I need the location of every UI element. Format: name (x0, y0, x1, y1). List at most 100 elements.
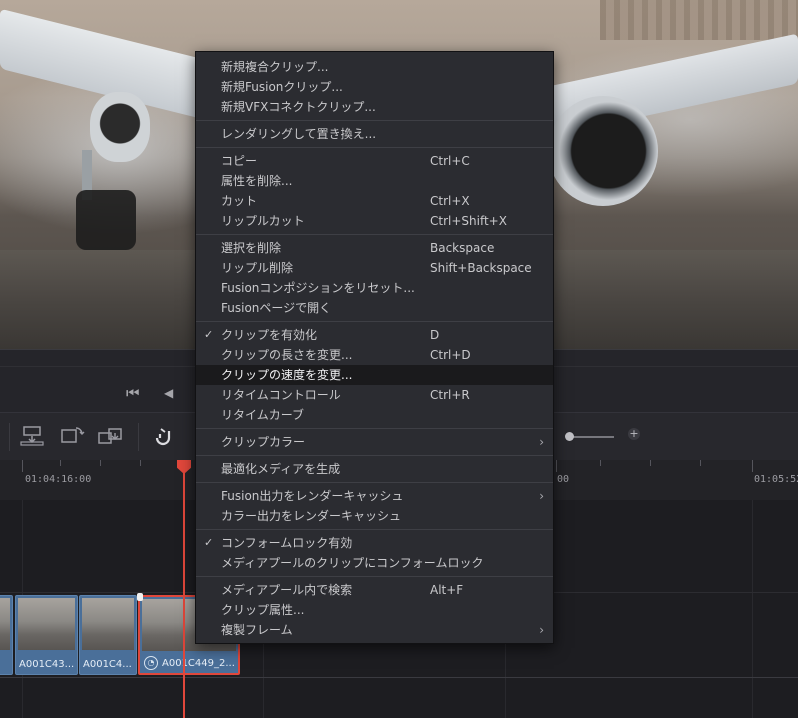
menu-item-conform-lock-enabled[interactable]: ✓ コンフォームロック有効 (196, 533, 553, 553)
menu-item-clip-attributes[interactable]: クリップ属性... (196, 600, 553, 620)
menu-item-reset-fusion-composition[interactable]: Fusionコンポジションをリセット... (196, 278, 553, 298)
menu-item-render-in-place[interactable]: レンダリングして置き換え... (196, 124, 553, 144)
menu-separator (196, 120, 553, 121)
menu-item-label: 新規VFXコネクトクリップ... (221, 100, 376, 114)
timecode-label: 00 (557, 474, 570, 485)
menu-item-cut[interactable]: カット Ctrl+X (196, 191, 553, 211)
menu-item-label: メディアプールのクリップにコンフォームロック (221, 556, 484, 570)
snapping-magnet-icon[interactable] (152, 425, 174, 453)
menu-item-label: レンダリングして置き換え... (221, 127, 377, 141)
menu-item-remove-attributes[interactable]: 属性を削除... (196, 171, 553, 191)
ruler-tick (556, 460, 557, 472)
menu-separator (196, 576, 553, 577)
skip-to-start-icon[interactable]: ⏮ (126, 385, 140, 401)
menu-item-generate-optimized-media[interactable]: 最適化メディアを生成 (196, 459, 553, 479)
menu-item-label: 選択を削除 (221, 241, 282, 255)
menu-item-retime-curve[interactable]: リタイムカーブ (196, 405, 553, 425)
menu-item-find-in-media-pool[interactable]: メディアプール内で検索 Alt+F (196, 580, 553, 600)
menu-item-label: Fusionコンポジションをリセット... (221, 281, 415, 295)
place-on-top-icon[interactable] (96, 425, 126, 453)
menu-item-label: リップル削除 (221, 261, 294, 275)
menu-item-label: クリップの速度を変更... (221, 368, 353, 382)
ruler-tick (60, 460, 61, 466)
toolbar-divider (9, 423, 10, 451)
menu-item-label: クリップカラー (221, 435, 306, 449)
ruler-tick (100, 460, 101, 466)
clip-label: A001C449_2... (162, 658, 235, 669)
menu-item-shortcut: Ctrl+D (430, 348, 471, 362)
menu-item-label: 複製フレーム (221, 623, 293, 637)
zoom-slider-handle[interactable] (565, 432, 574, 441)
menu-item-label: コンフォームロック有効 (221, 536, 353, 550)
menu-item-shortcut: Backspace (430, 241, 495, 255)
menu-item-new-compound-clip[interactable]: 新規複合クリップ... (196, 57, 553, 77)
menu-item-label: Fusion出力をレンダーキャッシュ (221, 489, 404, 503)
grid-line (752, 500, 753, 718)
menu-item-new-fusion-clip[interactable]: 新規Fusionクリップ... (196, 77, 553, 97)
menu-item-label: 最適化メディアを生成 (221, 462, 341, 476)
ruler-tick (650, 460, 651, 466)
timecode-label: 01:05:52 (754, 474, 798, 485)
clip-thumbnail (0, 598, 10, 650)
ruler-tick (22, 460, 23, 472)
menu-item-label: 属性を削除... (221, 174, 293, 188)
menu-separator (196, 529, 553, 530)
menu-item-label: クリップ属性... (221, 603, 305, 617)
ruler-tick (140, 460, 141, 466)
menu-item-delete-selected[interactable]: 選択を削除 Backspace (196, 238, 553, 258)
clip-marker (137, 593, 143, 601)
menu-item-shortcut: Shift+Backspace (430, 261, 532, 275)
menu-item-shortcut: Ctrl+Shift+X (430, 214, 507, 228)
menu-item-render-cache-fusion-output[interactable]: Fusion出力をレンダーキャッシュ › (196, 486, 553, 506)
menu-separator (196, 455, 553, 456)
menu-item-change-clip-duration[interactable]: クリップの長さを変更... Ctrl+D (196, 345, 553, 365)
clip-thumbnail (18, 598, 75, 650)
clip-label: A001C43... (19, 659, 75, 670)
chevron-right-icon: › (539, 435, 544, 449)
menu-item-label: クリップの長さを変更... (221, 348, 353, 362)
replace-clip-icon[interactable] (58, 425, 86, 453)
menu-item-enable-clip[interactable]: ✓ クリップを有効化 D (196, 325, 553, 345)
chevron-right-icon: › (539, 489, 544, 503)
menu-item-label: 新規Fusionクリップ... (221, 80, 343, 94)
track-divider (0, 677, 798, 678)
toolbar-divider (138, 423, 139, 451)
menu-item-shortcut: D (430, 328, 440, 342)
playhead-line[interactable] (183, 470, 185, 718)
left-engine (90, 92, 150, 162)
menu-separator (196, 428, 553, 429)
menu-separator (196, 234, 553, 235)
menu-item-label: カット (221, 194, 258, 208)
menu-item-shortcut: Ctrl+C (430, 154, 470, 168)
menu-item-label: Fusionページで開く (221, 301, 332, 315)
menu-item-open-in-fusion-page[interactable]: Fusionページで開く (196, 298, 553, 318)
right-engine (548, 96, 658, 206)
menu-item-label: クリップを有効化 (221, 328, 318, 342)
background-buildings (600, 0, 798, 40)
menu-item-change-clip-speed[interactable]: クリップの速度を変更... (196, 365, 553, 385)
menu-item-copy[interactable]: コピー Ctrl+C (196, 151, 553, 171)
menu-item-retime-controls[interactable]: リタイムコントロール Ctrl+R (196, 385, 553, 405)
checkmark-icon: ✓ (204, 328, 214, 341)
context-menu: 新規複合クリップ... 新規Fusionクリップ... 新規VFXコネクトクリッ… (195, 51, 554, 644)
menu-item-duplicate-frames[interactable]: 複製フレーム › (196, 620, 553, 640)
menu-item-conform-lock-media-pool-clip[interactable]: メディアプールのクリップにコンフォームロック (196, 553, 553, 573)
zoom-slider-track[interactable] (570, 436, 614, 438)
zoom-in-icon[interactable]: + (628, 428, 640, 440)
menu-item-ripple-delete[interactable]: リップル削除 Shift+Backspace (196, 258, 553, 278)
menu-item-ripple-cut[interactable]: リップルカット Ctrl+Shift+X (196, 211, 553, 231)
menu-item-label: リタイムコントロール (221, 388, 341, 402)
overwrite-clip-icon[interactable] (18, 425, 46, 453)
timeline-clip[interactable]: A001C4... (79, 595, 137, 675)
play-reverse-icon[interactable]: ◀ (164, 385, 173, 401)
timeline-clip[interactable] (0, 595, 13, 675)
menu-separator (196, 482, 553, 483)
menu-item-render-cache-color-output[interactable]: カラー出力をレンダーキャッシュ (196, 506, 553, 526)
timeline-clip[interactable]: A001C43... (15, 595, 78, 675)
menu-item-label: リタイムカーブ (221, 408, 305, 422)
menu-item-label: リップルカット (221, 214, 305, 228)
checkmark-icon: ✓ (204, 536, 214, 549)
menu-item-clip-color[interactable]: クリップカラー › (196, 432, 553, 452)
menu-item-label: コピー (221, 154, 258, 168)
menu-item-new-vfx-connect-clip[interactable]: 新規VFXコネクトクリップ... (196, 97, 553, 117)
